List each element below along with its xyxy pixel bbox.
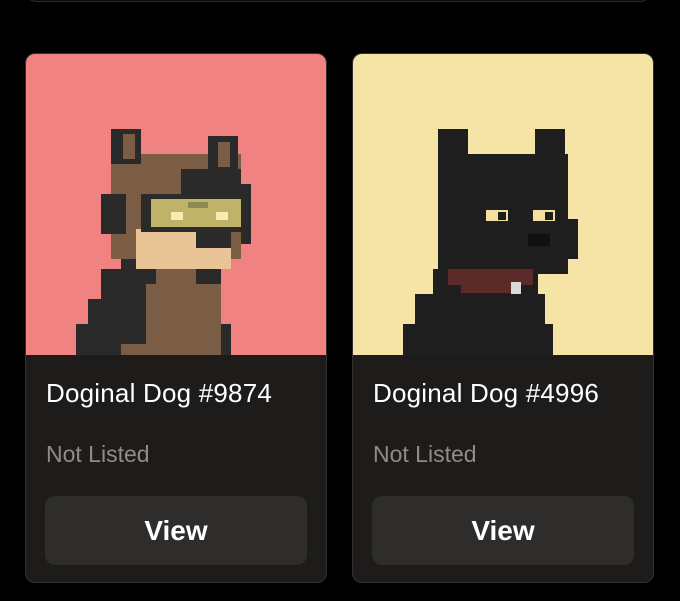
nft-image[interactable] xyxy=(353,54,653,355)
pixel-dog-black-with-collar-icon xyxy=(353,54,653,355)
nft-card[interactable]: Doginal Dog #9874 Not Listed View xyxy=(25,53,327,583)
top-search-bar[interactable] xyxy=(26,0,650,2)
nft-image[interactable] xyxy=(26,54,326,355)
listing-status: Not Listed xyxy=(46,441,150,467)
pixel-dog-brown-with-goggles-icon xyxy=(26,54,326,355)
listing-status: Not Listed xyxy=(373,441,477,467)
card-title: Doginal Dog #4996 xyxy=(373,378,600,408)
card-title: Doginal Dog #9874 xyxy=(46,378,273,408)
nft-card[interactable]: Doginal Dog #4996 Not Listed View xyxy=(352,53,654,583)
view-button[interactable]: View xyxy=(372,496,634,565)
view-button[interactable]: View xyxy=(45,496,307,565)
